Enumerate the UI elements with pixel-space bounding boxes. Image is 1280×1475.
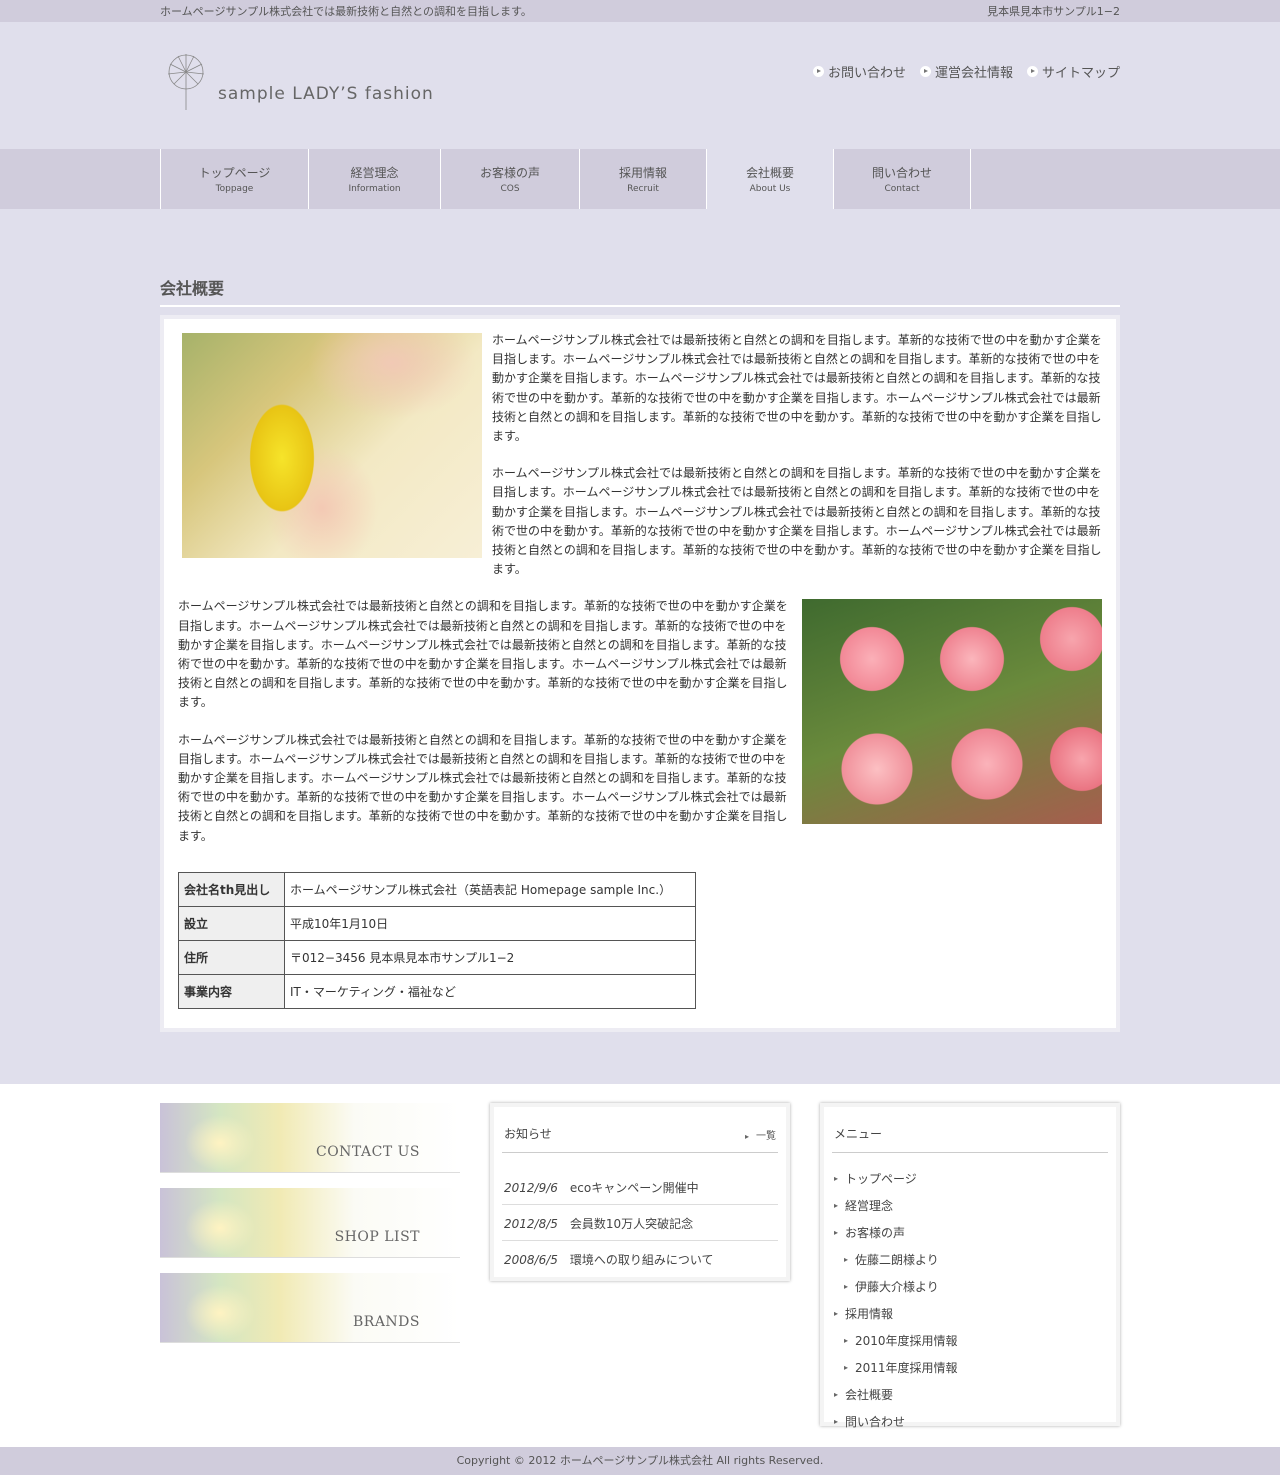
paragraph: ホームページサンプル株式会社では最新技術と自然との調和を目指します。革新的な技術… — [178, 599, 788, 710]
chevron-right-icon: ▸ — [834, 1309, 839, 1318]
news-all-link[interactable]: ▸ 一覧 — [745, 1127, 776, 1142]
menu-item-recruit[interactable]: ▸ 採用情報 — [832, 1300, 1108, 1327]
site-tagline: ホームページサンプル株式会社では最新技術と自然との調和を目指します。 — [160, 5, 532, 18]
copyright: Copyright © 2012 ホームページサンプル株式会社 All righ… — [0, 1447, 1280, 1475]
arrow-circle-icon — [1026, 66, 1038, 77]
nav-information[interactable]: 経営理念 Information — [308, 149, 440, 209]
company-table: 会社名th見出し ホームページサンプル株式会社（英語表記 Homepage sam… — [178, 871, 696, 1009]
menu-item-philosophy[interactable]: ▸ 経営理念 — [832, 1192, 1108, 1219]
news-item[interactable]: 2008/6/5 環境への取り組みについて — [502, 1241, 778, 1276]
header-links: お問い合わせ 運営会社情報 サイトマップ — [812, 62, 1120, 81]
text-block-1: ホームページサンプル株式会社では最新技術と自然との調和を目指します。革新的な技術… — [492, 331, 1102, 597]
text-block-2: ホームページサンプル株式会社では最新技術と自然との調和を目指します。革新的な技術… — [178, 597, 790, 863]
chevron-right-icon: ▸ — [834, 1417, 839, 1426]
menu-header: メニュー — [832, 1119, 1108, 1153]
nav-about-us[interactable]: 会社概要 About Us — [706, 149, 833, 209]
chevron-right-icon: ▸ — [834, 1174, 839, 1183]
page-title: 会社概要 — [160, 275, 1120, 307]
menu-item-contact[interactable]: ▸ 問い合わせ — [832, 1408, 1108, 1435]
arrow-circle-icon — [919, 66, 931, 77]
nav-cos[interactable]: お客様の声 COS — [440, 149, 579, 209]
table-row: 事業内容 IT・マーケティング・福祉など — [178, 973, 696, 1009]
content-row-1: ホームページサンプル株式会社では最新技術と自然との調和を目指します。革新的な技術… — [178, 331, 1102, 597]
menu-item-recruit-2010[interactable]: ▸ 2010年度採用情報 — [832, 1327, 1108, 1354]
chevron-right-icon: ▸ — [844, 1336, 849, 1345]
shop-list-banner[interactable]: SHOP LIST — [160, 1188, 460, 1258]
table-row: 会社名th見出し ホームページサンプル株式会社（英語表記 Homepage sam… — [178, 871, 696, 907]
menu-item-recruit-2011[interactable]: ▸ 2011年度採用情報 — [832, 1354, 1108, 1381]
table-row: 住所 〒012−3456 見本県見本市サンプル1−2 — [178, 939, 696, 975]
chevron-right-icon: ▸ — [834, 1228, 839, 1237]
menu-item-voices[interactable]: ▸ お客様の声 — [832, 1219, 1108, 1246]
dandelion-icon — [167, 54, 205, 110]
news-title: お知らせ — [504, 1127, 552, 1141]
menu-item-sato[interactable]: ▸ 佐藤二朗様より — [832, 1246, 1108, 1273]
global-nav: トップページ Toppage 経営理念 Information お客様の声 COS 採… — [0, 149, 1280, 209]
chevron-right-icon: ▸ — [744, 1132, 749, 1141]
news-list: 2012/9/6 ecoキャンペーン開催中 2012/8/5 会員数10万人突破記念… — [502, 1153, 778, 1276]
logo-text: sample LADY’S fashion — [218, 84, 434, 104]
news-header: お知らせ ▸ 一覧 — [502, 1119, 778, 1153]
arrow-circle-icon — [812, 66, 824, 77]
content-row-2: ホームページサンプル株式会社では最新技術と自然との調和を目指します。革新的な技術… — [178, 597, 1102, 863]
header: sample LADY’S fashion お問い合わせ 運営会社情報 サイトマ… — [0, 22, 1280, 149]
menu-item-toppage[interactable]: ▸ トップページ — [832, 1165, 1108, 1192]
site-address: 見本県見本市サンプル1−2 — [987, 5, 1120, 18]
contact-link[interactable]: お問い合わせ — [812, 62, 906, 81]
nav-recruit[interactable]: 採用情報 Recruit — [579, 149, 706, 209]
chevron-right-icon: ▸ — [834, 1390, 839, 1399]
company-info-link[interactable]: 運営会社情報 — [919, 62, 1013, 81]
menu-list: ▸ トップページ ▸ 経営理念 ▸ お客様の声 ▸ 佐藤二朗様より ▸ 伊藤大介様より ▸… — [832, 1153, 1108, 1435]
chevron-right-icon: ▸ — [844, 1282, 849, 1291]
menu-title: メニュー — [834, 1127, 883, 1141]
chevron-right-icon: ▸ — [834, 1201, 839, 1210]
site-logo[interactable]: sample LADY’S fashion — [164, 50, 434, 112]
paragraph: ホームページサンプル株式会社では最新技術と自然との調和を目指します。革新的な技術… — [178, 732, 788, 843]
news-panel: お知らせ ▸ 一覧 2012/9/6 ecoキャンペーン開催中 2012/8/5 会員… — [490, 1103, 790, 1281]
news-item[interactable]: 2012/8/5 会員数10万人突破記念 — [502, 1205, 778, 1241]
top-bar: ホームページサンプル株式会社では最新技術と自然との調和を目指します。 見本県見本… — [0, 0, 1280, 22]
nav-toppage[interactable]: トップページ Toppage — [160, 149, 308, 209]
content-box: ホームページサンプル株式会社では最新技術と自然との調和を目指します。革新的な技術… — [160, 315, 1120, 1032]
chevron-right-icon: ▸ — [844, 1363, 849, 1372]
paragraph: ホームページサンプル株式会社では最新技術と自然との調和を目指します。革新的な技術… — [492, 466, 1102, 577]
footer-widgets: CONTACT US SHOP LIST BRANDS お知らせ ▸ 一覧 201… — [0, 1084, 1280, 1447]
chevron-right-icon: ▸ — [844, 1255, 849, 1264]
contact-us-banner[interactable]: CONTACT US — [160, 1103, 460, 1173]
banner-column: CONTACT US SHOP LIST BRANDS — [160, 1103, 460, 1426]
paragraph: ホームページサンプル株式会社では最新技術と自然との調和を目指します。革新的な技術… — [492, 333, 1102, 444]
main-content: 会社概要 ホームページサンプル株式会社では最新技術と自然との調和を目指します。革… — [160, 209, 1120, 1032]
sitemap-link[interactable]: サイトマップ — [1026, 62, 1120, 81]
nav-contact[interactable]: 問い合わせ Contact — [833, 149, 971, 209]
tulip-photo — [182, 333, 482, 558]
menu-item-about[interactable]: ▸ 会社概要 — [832, 1381, 1108, 1408]
menu-panel: メニュー ▸ トップページ ▸ 経営理念 ▸ お客様の声 ▸ 佐藤二朗様より ▸ 伊藤大介… — [820, 1103, 1120, 1429]
dahlia-photo — [802, 599, 1102, 825]
news-item[interactable]: 2012/9/6 ecoキャンペーン開催中 — [502, 1169, 778, 1205]
table-row: 設立 平成10年1月10日 — [178, 905, 696, 941]
brands-banner[interactable]: BRANDS — [160, 1273, 460, 1343]
menu-item-ito[interactable]: ▸ 伊藤大介様より — [832, 1273, 1108, 1300]
